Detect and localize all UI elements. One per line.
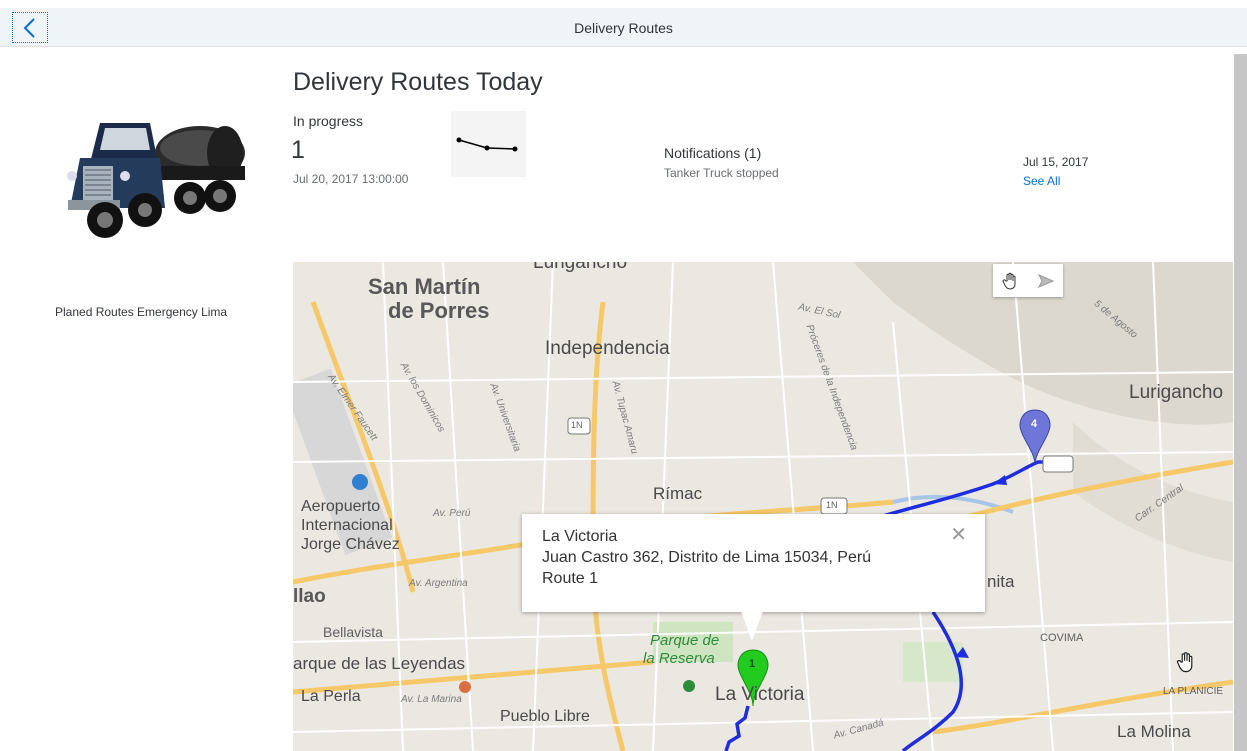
page-header-title: Delivery Routes (574, 20, 673, 36)
map-base (293, 262, 1233, 751)
popup-tail (741, 611, 763, 641)
map-label-lurigancho: Lurigancho (1129, 382, 1224, 403)
notifications-title[interactable]: Notifications (1) (664, 145, 761, 161)
location-popup: La Victoria Juan Castro 362, Distrito de… (522, 514, 985, 612)
map-label-top-partial: Lurigancho (533, 262, 628, 273)
map-label-aeropuerto-2: Internacional (301, 517, 393, 534)
highway-shield-2: 1N (826, 500, 838, 510)
map-label-callao: llao (293, 586, 326, 607)
kpi-timestamp: Jul 20, 2017 13:00:00 (293, 172, 409, 186)
map-label-la-molina: La Molina (1117, 722, 1191, 741)
top-bar: Delivery Routes (0, 8, 1247, 47)
map-label-la-perla: La Perla (301, 688, 361, 705)
route-marker-1[interactable]: 1 (749, 658, 755, 670)
map-label-av-peru: Av. Perú (433, 508, 471, 519)
map-tools (993, 264, 1063, 297)
kpi-value: 1 (291, 136, 305, 164)
map-label-parque-reserva-1: Parque de (650, 632, 720, 649)
date-label: Jul 15, 2017 (1023, 155, 1089, 169)
planned-routes-label[interactable]: Planed Routes Emergency Lima (55, 306, 245, 319)
map-view[interactable]: Lurigancho San Martín de Porres Independ… (293, 262, 1233, 751)
map-label-rimac: Rímac (653, 484, 703, 503)
scrollbar[interactable] (1234, 54, 1247, 751)
pan-tool-icon[interactable] (999, 269, 1023, 293)
map-label-nita: nita (987, 572, 1015, 591)
map-label-san-martin: San Martín (368, 274, 481, 299)
hand-cursor-icon (1176, 652, 1193, 673)
highway-shield-1: 1N (571, 420, 583, 430)
map-label-covima: COVIMA (1040, 632, 1084, 644)
map-label-independencia: Independencia (545, 338, 670, 359)
map-label-parque-reserva-2: la Reserva (643, 650, 715, 667)
tanker-truck-image (67, 123, 245, 238)
map-label-parque-leyendas: arque de las Leyendas (293, 654, 466, 673)
popup-location-name: La Victoria (542, 528, 618, 545)
map-label-la-planicie: LA PLANICIE (1163, 686, 1224, 697)
popup-route: Route 1 (542, 570, 599, 587)
map-label-av-la-marina: Av. La Marina (401, 694, 462, 705)
map-label-pueblo-libre: Pueblo Libre (500, 708, 590, 725)
kpi-label: In progress (293, 113, 364, 129)
see-all-link[interactable]: See All (1023, 174, 1060, 188)
map-label-de-porres: de Porres (388, 298, 490, 323)
map-label-bellavista: Bellavista (323, 624, 383, 640)
select-tool-icon[interactable] (1034, 269, 1058, 293)
map-label-la-victoria: La Victoria (715, 684, 805, 705)
close-icon[interactable]: ✕ (950, 525, 967, 545)
popup-address: Juan Castro 362, Distrito de Lima 15034,… (542, 549, 872, 566)
route-marker-4[interactable]: 4 (1031, 418, 1037, 430)
trend-sparkline (451, 111, 526, 177)
map-label-aeropuerto-1: Aeropuerto (301, 498, 381, 515)
notification-text: Tanker Truck stopped (664, 166, 779, 180)
map-label-aeropuerto-3: Jorge Chávez (301, 536, 400, 553)
map-label-av-argentina: Av. Argentina (409, 578, 468, 589)
page-title: Delivery Routes Today (293, 68, 543, 96)
